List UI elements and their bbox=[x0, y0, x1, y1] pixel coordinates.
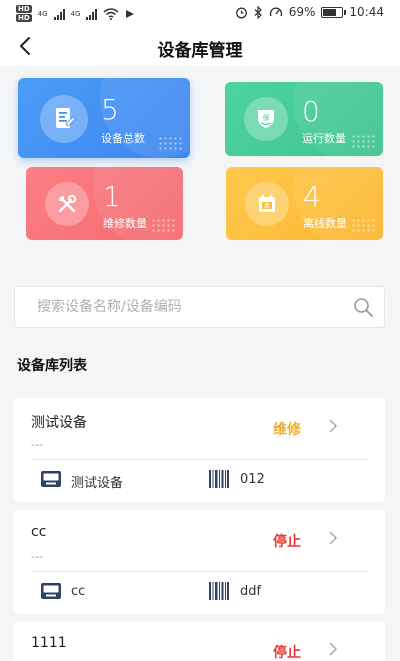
stat-card-repair[interactable]: 1 维修数量 bbox=[26, 167, 183, 240]
device-card[interactable]: cc --- 停止 cc ddf bbox=[14, 510, 385, 614]
stat-card-running[interactable]: 保 0 运行数量 bbox=[225, 82, 383, 156]
stat-label-running: 运行数量 bbox=[302, 132, 346, 145]
barcode-icon bbox=[209, 470, 229, 488]
status-badge: 停止 bbox=[273, 534, 301, 550]
device-card[interactable]: 测试设备 --- 维修 测试设备 012 bbox=[14, 398, 385, 502]
stat-label-repair: 维修数量 bbox=[103, 217, 147, 230]
search-input[interactable] bbox=[15, 287, 335, 327]
monitor-icon bbox=[41, 471, 61, 487]
device-subtitle: --- bbox=[31, 550, 43, 563]
stat-value-running: 0 bbox=[302, 95, 320, 128]
chevron-right-icon[interactable] bbox=[328, 641, 338, 657]
device-name: 1111 bbox=[31, 635, 67, 651]
nav-bar: 设备库管理 bbox=[0, 28, 400, 66]
device-name: cc bbox=[31, 524, 47, 540]
svg-text:保: 保 bbox=[263, 113, 270, 122]
tools-icon bbox=[45, 182, 89, 226]
divider bbox=[31, 571, 368, 572]
stat-value-total: 5 bbox=[101, 93, 119, 126]
alarm-icon bbox=[235, 7, 247, 18]
battery-icon bbox=[321, 6, 347, 18]
device-subtitle: --- bbox=[31, 438, 43, 451]
device-card[interactable]: 1111 停止 bbox=[14, 621, 385, 661]
device-code: 012 bbox=[240, 472, 265, 487]
svg-text:离: 离 bbox=[264, 202, 270, 210]
document-icon bbox=[40, 95, 88, 143]
stat-label-offline: 离线数量 bbox=[303, 217, 347, 230]
signal-label: 4G bbox=[37, 10, 48, 18]
search-icon[interactable] bbox=[352, 296, 374, 318]
bluetooth-icon bbox=[254, 5, 262, 19]
list-title: 设备库列表 bbox=[17, 358, 87, 374]
status-badge: 停止 bbox=[273, 645, 301, 661]
stat-value-repair: 1 bbox=[103, 180, 121, 213]
barcode-icon bbox=[209, 582, 229, 600]
stat-card-total[interactable]: 5 设备总数 bbox=[18, 78, 190, 158]
play-icon bbox=[126, 10, 135, 18]
signal-label-2: 4G bbox=[70, 10, 81, 18]
speedometer-icon bbox=[269, 7, 282, 16]
signal-icon-2 bbox=[86, 8, 98, 20]
device-code: ddf bbox=[240, 584, 262, 599]
status-bar: HD HD 4G 4G 69% 10:44 bbox=[0, 0, 400, 28]
search-box bbox=[14, 286, 385, 328]
stat-card-offline[interactable]: 离 4 离线数量 bbox=[226, 167, 383, 240]
monitor-icon bbox=[41, 583, 61, 599]
stat-value-offline: 4 bbox=[303, 180, 321, 213]
battery-percent: 69% bbox=[288, 5, 316, 19]
clock: 10:44 bbox=[349, 5, 384, 19]
signal-icon bbox=[53, 8, 65, 20]
device-model: 测试设备 bbox=[71, 476, 124, 491]
page-title: 设备库管理 bbox=[157, 41, 243, 61]
shield-hand-icon: 保 bbox=[244, 97, 288, 141]
chevron-right-icon[interactable] bbox=[328, 530, 338, 546]
status-badge: 维修 bbox=[273, 422, 301, 438]
device-name: 测试设备 bbox=[31, 415, 87, 431]
wifi-icon bbox=[103, 8, 119, 20]
divider bbox=[31, 459, 368, 460]
chevron-right-icon[interactable] bbox=[328, 418, 338, 434]
stat-label-total: 设备总数 bbox=[101, 132, 145, 145]
calendar-offline-icon: 离 bbox=[245, 182, 289, 226]
device-model: cc bbox=[71, 584, 86, 599]
network-badge: HD HD bbox=[16, 5, 32, 22]
